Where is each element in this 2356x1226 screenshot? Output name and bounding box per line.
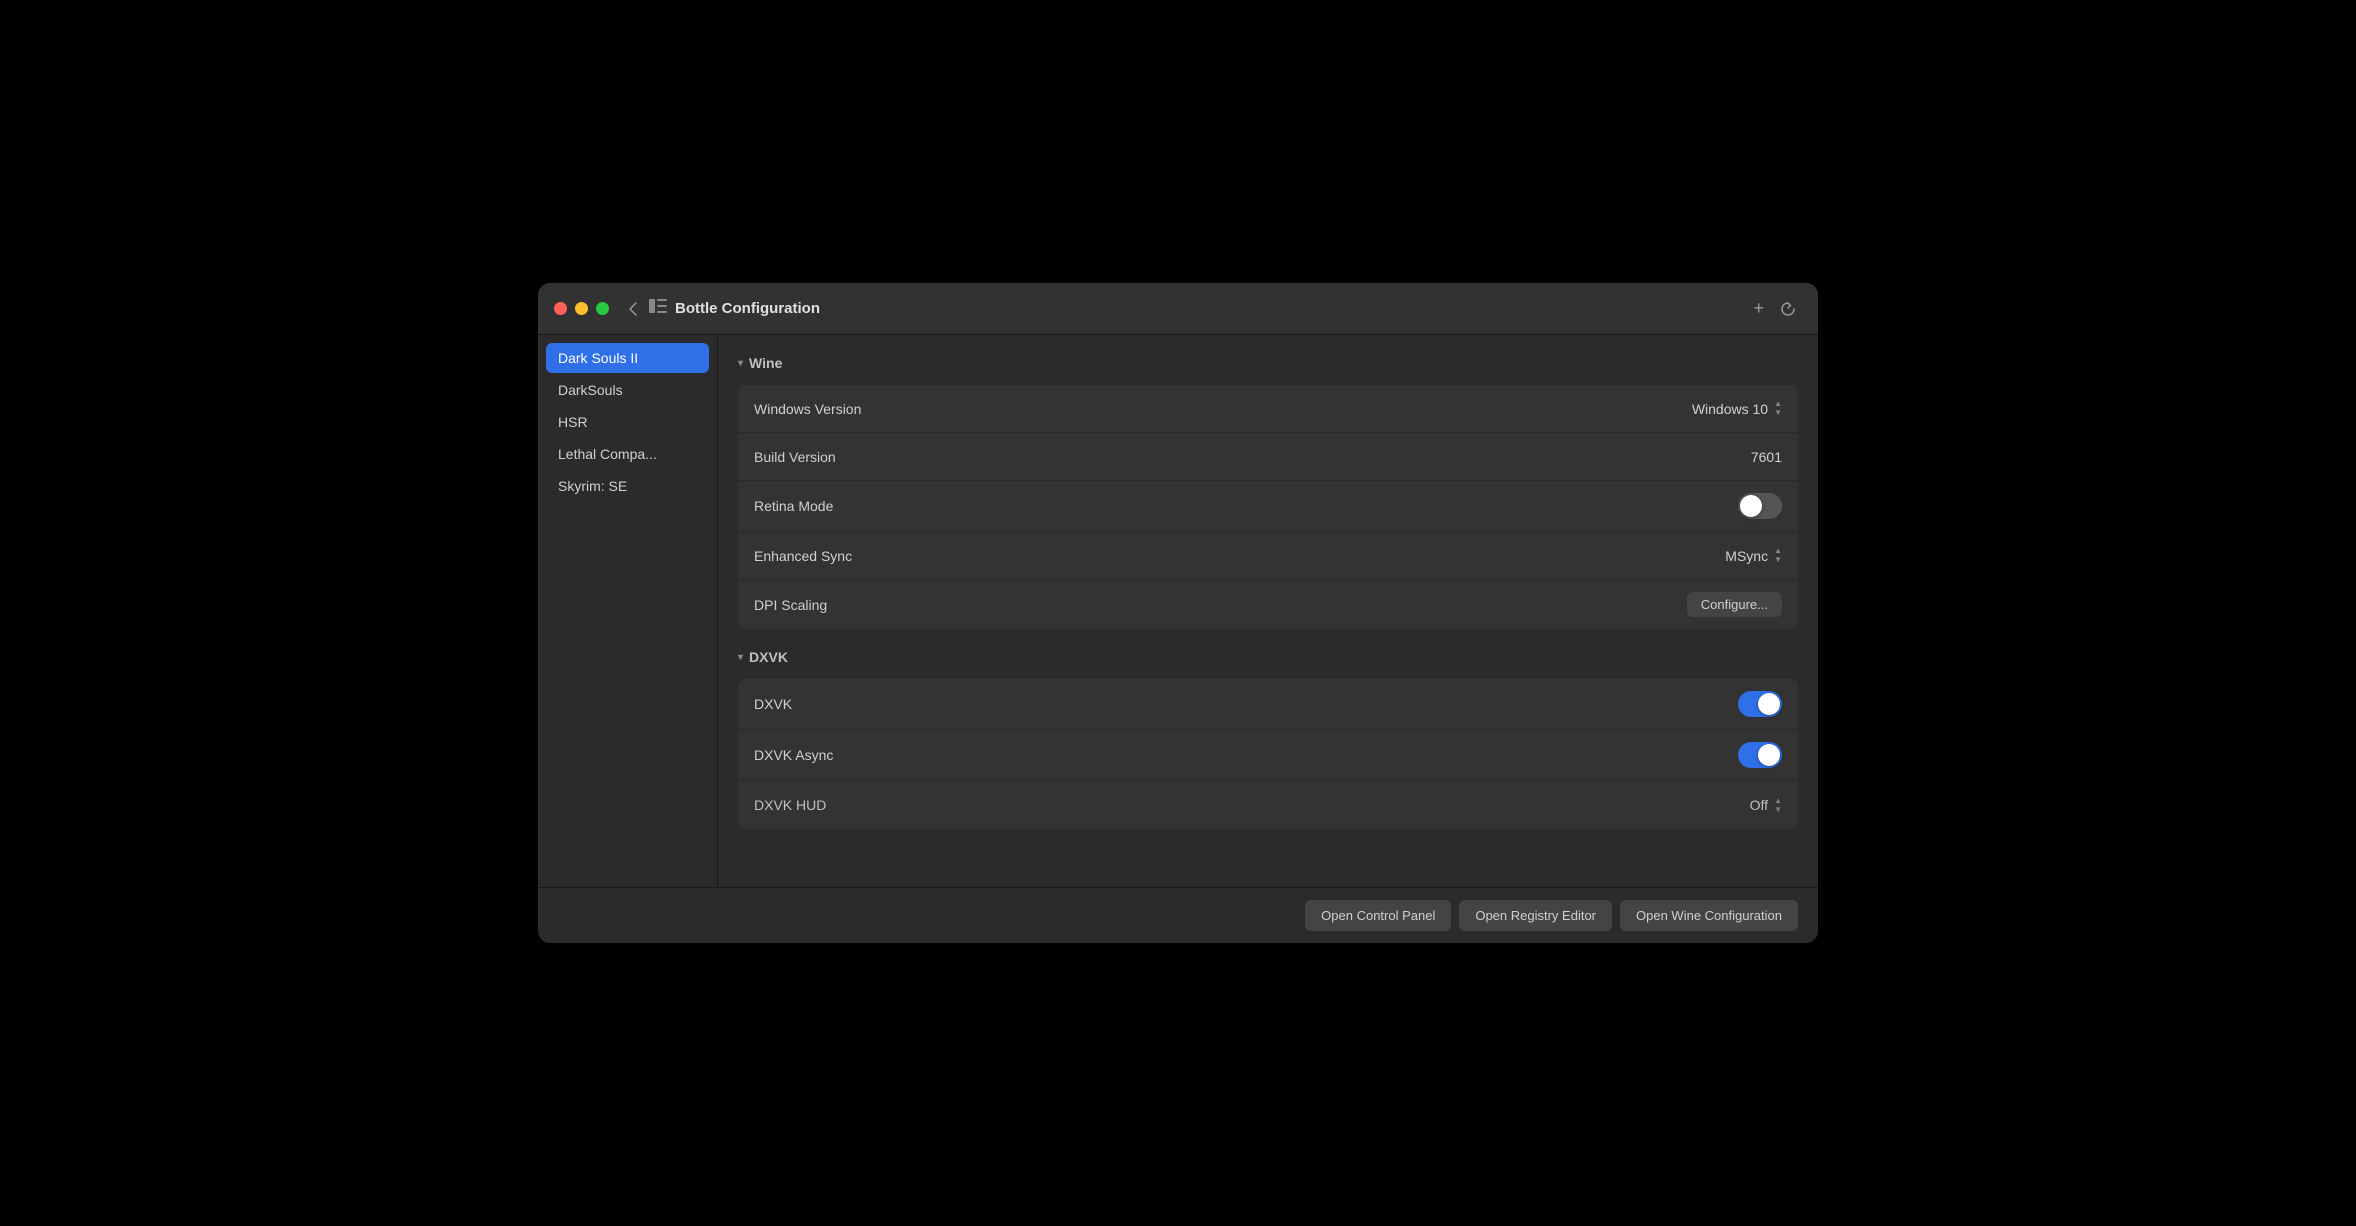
sidebar-item-dark-souls[interactable]: DarkSouls [546, 375, 709, 405]
dxvk-hud-row: DXVK HUD Off ▲ ▼ [738, 781, 1798, 829]
windows-version-down-arrow[interactable]: ▼ [1774, 409, 1782, 417]
refresh-button[interactable] [1774, 292, 1802, 325]
dxvk-chevron-icon: ▾ [738, 652, 743, 663]
build-version-control: 7601 [1751, 449, 1782, 465]
enhanced-sync-arrows: ▲ ▼ [1774, 547, 1782, 564]
add-button[interactable]: + [1747, 292, 1770, 325]
enhanced-sync-row: Enhanced Sync MSync ▲ ▼ [738, 532, 1798, 580]
build-version-value: 7601 [1751, 449, 1782, 465]
window-title: Bottle Configuration [675, 300, 1747, 317]
dxvk-hud-up-arrow[interactable]: ▲ [1774, 797, 1782, 805]
dpi-scaling-control[interactable]: Configure... [1687, 592, 1782, 617]
retina-mode-thumb [1740, 495, 1762, 517]
dxvk-async-toggle[interactable] [1738, 742, 1782, 768]
minimize-button[interactable] [575, 302, 588, 315]
footer: Open Control Panel Open Registry Editor … [538, 887, 1818, 943]
wine-settings-card: Windows Version Windows 10 ▲ ▼ Build Ver… [738, 385, 1798, 629]
open-control-panel-button[interactable]: Open Control Panel [1305, 900, 1451, 931]
dxvk-section: ▾ DXVK DXVK [738, 645, 1798, 829]
dxvk-async-row: DXVK Async [738, 730, 1798, 781]
dxvk-async-label: DXVK Async [754, 747, 833, 763]
enhanced-sync-down-arrow[interactable]: ▼ [1774, 556, 1782, 564]
dxvk-settings-card: DXVK DXVK Async [738, 679, 1798, 829]
retina-mode-label: Retina Mode [754, 498, 833, 514]
windows-version-value: Windows 10 [1692, 401, 1768, 417]
wine-section: ▾ Wine Windows Version Windows 10 ▲ ▼ [738, 351, 1798, 629]
dpi-scaling-row: DPI Scaling Configure... [738, 580, 1798, 629]
wine-section-header: ▾ Wine [738, 351, 1798, 375]
titlebar-nav [625, 298, 641, 320]
dxvk-label: DXVK [754, 696, 792, 712]
dpi-configure-button[interactable]: Configure... [1687, 592, 1782, 617]
content-area: Dark Souls II DarkSouls HSR Lethal Compa… [538, 335, 1818, 887]
build-version-row: Build Version 7601 [738, 433, 1798, 481]
titlebar: Bottle Configuration + [538, 283, 1818, 335]
dxvk-section-title: DXVK [749, 649, 788, 665]
dxvk-hud-control[interactable]: Off ▲ ▼ [1750, 797, 1782, 814]
windows-version-up-arrow[interactable]: ▲ [1774, 400, 1782, 408]
open-wine-configuration-button[interactable]: Open Wine Configuration [1620, 900, 1798, 931]
app-window: Bottle Configuration + Dark Souls II Dar… [538, 283, 1818, 943]
dxvk-thumb [1758, 693, 1780, 715]
enhanced-sync-up-arrow[interactable]: ▲ [1774, 547, 1782, 555]
dxvk-row: DXVK [738, 679, 1798, 730]
dxvk-hud-value: Off [1750, 797, 1768, 813]
sidebar-item-skyrim-se[interactable]: Skyrim: SE [546, 471, 709, 501]
sidebar-item-dark-souls-2[interactable]: Dark Souls II [546, 343, 709, 373]
wine-chevron-icon: ▾ [738, 358, 743, 369]
back-button[interactable] [625, 298, 641, 320]
dxvk-toggle[interactable] [1738, 691, 1782, 717]
enhanced-sync-label: Enhanced Sync [754, 548, 852, 564]
dxvk-hud-arrows: ▲ ▼ [1774, 797, 1782, 814]
dxvk-async-thumb [1758, 744, 1780, 766]
titlebar-actions: + [1747, 292, 1802, 325]
retina-mode-row: Retina Mode [738, 481, 1798, 532]
build-version-label: Build Version [754, 449, 836, 465]
enhanced-sync-control[interactable]: MSync ▲ ▼ [1725, 547, 1782, 564]
sidebar: Dark Souls II DarkSouls HSR Lethal Compa… [538, 335, 718, 887]
windows-version-row: Windows Version Windows 10 ▲ ▼ [738, 385, 1798, 433]
dpi-scaling-label: DPI Scaling [754, 597, 827, 613]
enhanced-sync-value: MSync [1725, 548, 1768, 564]
dxvk-section-header: ▾ DXVK [738, 645, 1798, 669]
open-registry-editor-button[interactable]: Open Registry Editor [1459, 900, 1612, 931]
windows-version-label: Windows Version [754, 401, 861, 417]
main-content: ▾ Wine Windows Version Windows 10 ▲ ▼ [718, 335, 1818, 887]
dxvk-async-control[interactable] [1738, 742, 1782, 768]
dxvk-hud-down-arrow[interactable]: ▼ [1774, 806, 1782, 814]
retina-mode-toggle[interactable] [1738, 493, 1782, 519]
retina-mode-control[interactable] [1738, 493, 1782, 519]
dxvk-hud-label: DXVK HUD [754, 797, 826, 813]
maximize-button[interactable] [596, 302, 609, 315]
traffic-lights [554, 302, 609, 315]
windows-version-arrows: ▲ ▼ [1774, 400, 1782, 417]
close-button[interactable] [554, 302, 567, 315]
dxvk-control[interactable] [1738, 691, 1782, 717]
sidebar-icon [649, 299, 667, 318]
sidebar-item-lethal-company[interactable]: Lethal Compa... [546, 439, 709, 469]
windows-version-control[interactable]: Windows 10 ▲ ▼ [1692, 400, 1782, 417]
wine-section-title: Wine [749, 355, 782, 371]
sidebar-item-hsr[interactable]: HSR [546, 407, 709, 437]
